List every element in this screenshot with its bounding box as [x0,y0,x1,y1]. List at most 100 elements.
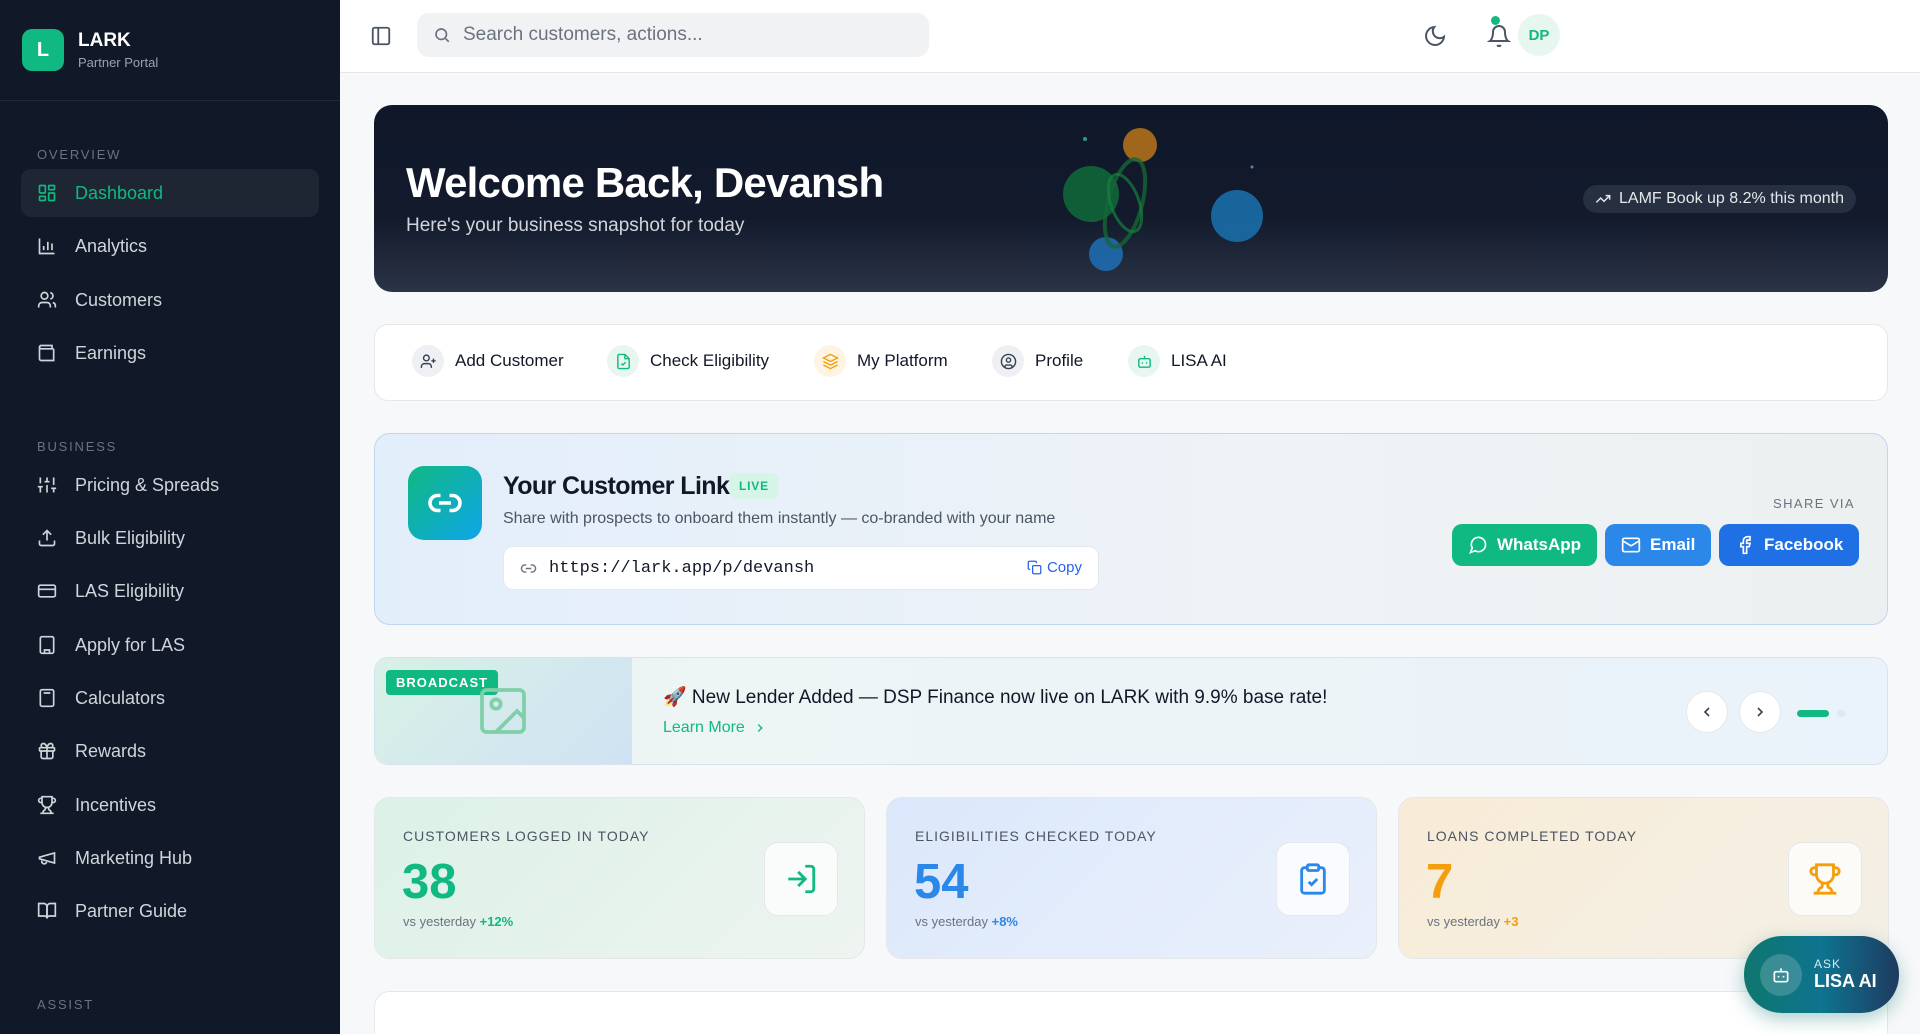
moon-icon[interactable] [1423,24,1447,48]
stat-change: +12% [479,914,514,929]
sidebar-item-label: Customers [75,289,163,310]
whatsapp-icon [1469,536,1487,554]
bell-icon[interactable] [1487,24,1511,48]
sidebar-item-label: LAS Eligibility [75,580,185,601]
welcome-subtitle: Here's your business snapshot for today [406,215,745,236]
customer-link-url: https://lark.app/p/devansh [549,558,815,578]
quick-action-lisa-ai[interactable]: LISA AI [1128,345,1227,377]
sidebar-item-label: Dashboard [75,182,164,203]
sidebar-item-apply-las[interactable]: Apply for LAS [21,621,319,669]
share-label-email: Email [1650,535,1696,554]
broadcast-prev-button[interactable] [1686,691,1728,733]
stat-comparison-prefix: vs yesterday [1427,914,1500,929]
growth-badge-text: LAMF Book up 8.2% this month [1619,190,1844,207]
broadcast-banner: BROADCAST 🚀 New Lender Added — DSP Finan… [374,657,1888,765]
fab-small-label: ASK [1814,957,1842,971]
sidebar-item-label: Earnings [75,342,147,363]
sidebar-item-rewards[interactable]: Rewards [21,727,319,775]
broadcast-next-button[interactable] [1739,691,1781,733]
sidebar-item-calculators[interactable]: Calculators [21,674,319,722]
sidebar-item-bulk-eligibility[interactable]: Bulk Eligibility [21,514,319,562]
hero-decoration [1063,128,1263,271]
sidebar-item-partner-guide[interactable]: Partner Guide [21,887,319,935]
learn-more-link[interactable]: Learn More [663,719,767,737]
brand-name: LARK [78,30,131,51]
stat-card-customers-logged-in: CUSTOMERS LOGGED IN TODAY 38 vs yesterda… [374,797,865,959]
stat-value: 38 [402,855,457,909]
search-icon [435,28,450,43]
brand-logo: L [22,29,64,71]
brand[interactable]: L LARK Partner Portal [0,0,340,101]
sidebar-item-marketing-hub[interactable]: Marketing Hub [21,834,319,882]
sidebar-item-incentives[interactable]: Incentives [21,781,319,829]
sidebar-item-label: Analytics [75,235,148,256]
share-whatsapp-button[interactable]: WhatsApp [1452,524,1598,566]
sidebar-item-label: Apply for LAS [75,634,186,655]
stat-label: ELIGIBILITIES CHECKED TODAY [915,828,1157,844]
trophy-icon [1809,863,1841,895]
trophy-icon [37,795,57,815]
stat-comparison-prefix: vs yesterday [403,914,476,929]
share-label-whatsapp: WhatsApp [1497,535,1582,554]
search-bar[interactable] [417,13,929,57]
fab-big-label: LISA AI [1814,971,1877,991]
quick-action-add-customer[interactable]: Add Customer [412,345,564,377]
nav-section-business: BUSINESS [37,439,118,454]
brand-subtitle: Partner Portal [78,55,159,70]
layers-icon [821,353,839,369]
quick-action-profile[interactable]: Profile [992,345,1083,377]
file-check-icon [616,353,630,369]
image-icon [480,688,526,734]
welcome-title: Welcome Back, Devansh [406,159,884,206]
bot-icon [1773,967,1789,982]
sidebar-item-dashboard[interactable]: Dashboard [21,169,319,217]
sidebar-item-las-eligibility[interactable]: LAS Eligibility [21,567,319,615]
link-icon [428,493,462,513]
stat-comparison: vs yesterday +12% [403,914,513,929]
building-icon [39,635,55,655]
sidebar-item-customers[interactable]: Customers [21,276,319,324]
copy-link-button[interactable]: Copy [1027,559,1082,576]
nav-section-overview: OVERVIEW [37,147,122,162]
broadcast-image: BROADCAST [375,658,632,764]
sidebar-item-label: Incentives [75,794,157,815]
share-facebook-button[interactable]: Facebook [1719,524,1860,566]
quick-actions: Add Customer Check Eligibility My Platfo… [374,324,1888,401]
stat-icon-box [1788,842,1862,916]
slide-indicator-active[interactable] [1797,710,1829,717]
search-input[interactable] [463,24,903,46]
sidebar-item-analytics[interactable]: Analytics [21,222,319,270]
welcome-hero: Welcome Back, Devansh Here's your busine… [374,105,1888,292]
stat-card-eligibilities-checked: ELIGIBILITIES CHECKED TODAY 54 vs yester… [886,797,1377,959]
stat-comparison: vs yesterday +3 [1427,914,1518,929]
chevron-left-icon [1703,707,1710,717]
nav-section-assist: ASSIST [37,997,95,1012]
sidebar-item-label: Calculators [75,687,166,708]
customer-link-field[interactable]: https://lark.app/p/devansh Copy [503,546,1099,590]
credit-card-icon [37,584,57,598]
sidebar-toggle-icon[interactable] [370,25,392,47]
sidebar-item-label: Bulk Eligibility [75,527,186,548]
stat-value: 7 [1426,855,1454,909]
quick-action-label: My Platform [857,351,948,370]
next-section-card [374,991,1888,1034]
stat-comparison: vs yesterday +8% [915,914,1018,929]
clipboard-check-icon [1300,863,1326,895]
sidebar-item-label: Pricing & Spreads [75,474,220,495]
notification-dot [1491,16,1500,25]
quick-action-label: Add Customer [455,351,564,370]
slide-indicator[interactable] [1837,710,1846,717]
topbar: DP [340,0,1920,73]
sidebar-item-label: Partner Guide [75,900,188,921]
learn-more-label: Learn More [663,719,745,736]
ask-lisa-ai-button[interactable]: ASK LISA AI [1744,936,1899,1013]
sidebar-item-pricing[interactable]: Pricing & Spreads [21,461,319,509]
stat-change: +8% [991,914,1018,929]
avatar[interactable]: DP [1518,14,1560,56]
link-small-icon [520,563,537,573]
quick-action-check-eligibility[interactable]: Check Eligibility [607,345,769,377]
quick-action-my-platform[interactable]: My Platform [814,345,948,377]
stat-change: +3 [1503,914,1519,929]
share-email-button[interactable]: Email [1605,524,1712,566]
sidebar-item-earnings[interactable]: Earnings [21,329,319,377]
